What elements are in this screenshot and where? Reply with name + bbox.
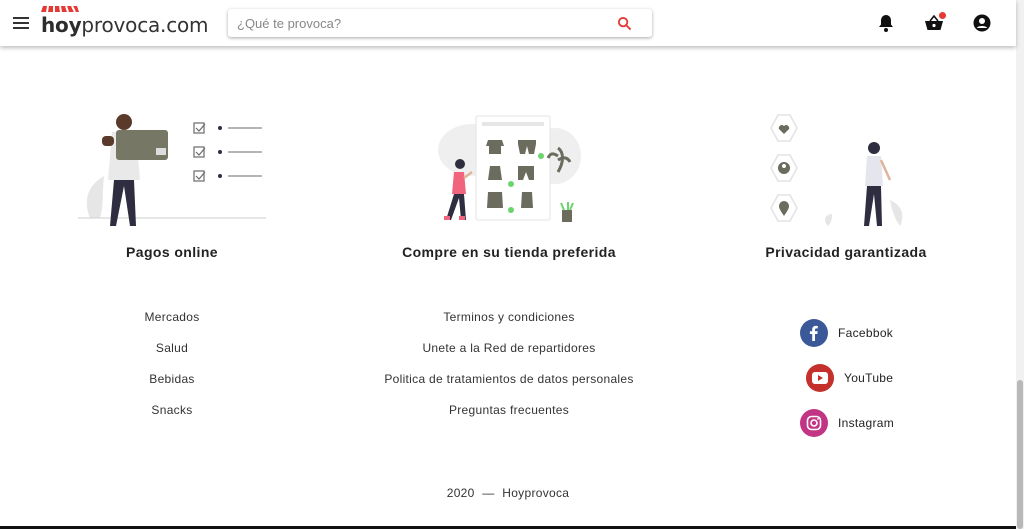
facebook-icon [800, 318, 828, 347]
privacy-illustration [770, 114, 903, 226]
social-youtube[interactable]: YouTube [800, 355, 940, 400]
account-icon[interactable] [972, 13, 992, 33]
social-label: YouTube [844, 370, 894, 385]
basket-button[interactable] [924, 12, 946, 33]
link-privacy-policy[interactable]: Politica de tratamientos de datos person… [372, 372, 646, 403]
social-label: Facebbok [838, 325, 894, 340]
store-shopping-illustration [438, 115, 581, 222]
card-payment-illustration [78, 114, 266, 226]
social-facebook[interactable]: Facebbok [800, 310, 940, 355]
search-bar [228, 9, 652, 37]
footer: 2020 — Hoyprovoca [0, 486, 1016, 500]
footer-brand: Hoyprovoca [502, 486, 570, 500]
scrollbar[interactable] [1016, 0, 1024, 529]
footer-year: 2020 [446, 486, 475, 500]
link-bebidas[interactable]: Bebidas [112, 372, 232, 403]
categories-list: Mercados Salud Bebidas Snacks [112, 310, 232, 434]
social-instagram[interactable]: Instagram [800, 400, 940, 445]
social-links: Facebbok YouTube Instagram [800, 310, 940, 445]
search-icon[interactable] [617, 16, 632, 31]
link-join-delivery[interactable]: Unete a la Red de repartidores [372, 341, 646, 372]
info-links-list: Terminos y condiciones Unete a la Red de… [372, 310, 646, 434]
logo[interactable]: hoyprovoca.com [41, 5, 209, 40]
cart-badge [939, 12, 946, 19]
instagram-icon [800, 408, 828, 437]
bell-icon[interactable] [876, 13, 896, 33]
top-bar: hoyprovoca.com [0, 0, 1016, 46]
link-mercados[interactable]: Mercados [112, 310, 232, 341]
link-snacks[interactable]: Snacks [112, 403, 232, 434]
scrollbar-thumb[interactable] [1017, 380, 1023, 529]
footer-separator: — [482, 486, 495, 500]
menu-icon[interactable] [12, 14, 30, 32]
search-input[interactable] [228, 9, 608, 37]
social-label: Instagram [838, 415, 895, 430]
youtube-icon [806, 363, 834, 392]
link-salud[interactable]: Salud [112, 341, 232, 372]
feature-title: Pagos online [126, 244, 218, 260]
feature-title: Privacidad garantizada [765, 244, 927, 260]
link-faq[interactable]: Preguntas frecuentes [372, 403, 646, 434]
link-terms[interactable]: Terminos y condiciones [372, 310, 646, 341]
logo-text: hoyprovoca.com [41, 13, 209, 37]
feature-title: Compre en su tienda preferida [402, 244, 616, 260]
